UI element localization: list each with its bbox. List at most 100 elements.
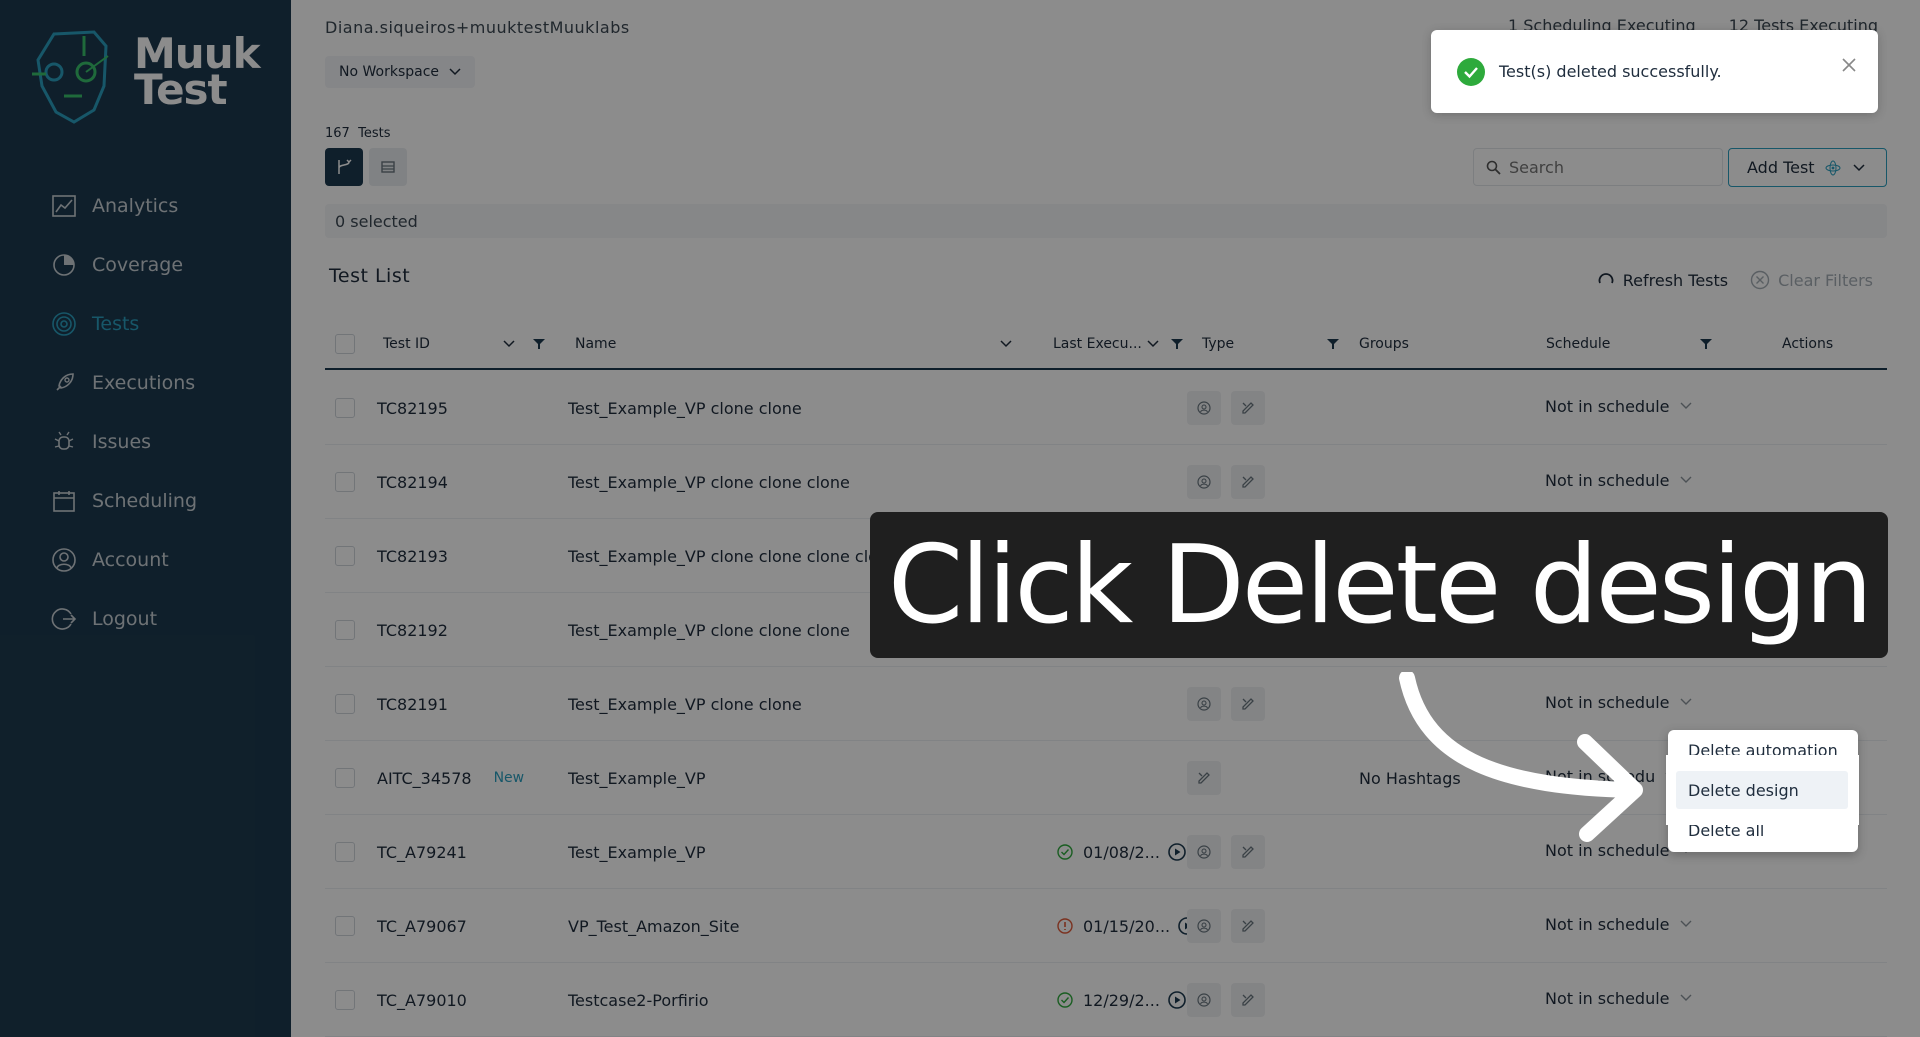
row-checkbox-cell[interactable] [335,593,355,667]
row-checkbox-cell[interactable] [335,371,355,445]
brand-logo[interactable]: Muuk Test [24,26,274,130]
flow-view-button[interactable] [325,148,363,186]
test-id-cell: TC82195 [377,371,448,445]
checkbox[interactable] [335,334,355,354]
row-checkbox[interactable] [335,546,355,566]
column-label: Schedule [1546,336,1611,352]
filter-test-id-icon[interactable] [533,320,545,368]
table-view-button[interactable] [369,148,407,186]
test-name-cell[interactable]: Test_Example_VP [568,815,706,889]
row-checkbox-cell[interactable] [335,963,355,1037]
selection-bar: 0 selected [325,204,1887,238]
sidebar-item-tests[interactable]: Tests [0,294,291,353]
new-badge: New [493,770,525,786]
row-checkbox-cell[interactable] [335,667,355,741]
refresh-icon [1598,273,1614,284]
callout-text: Click Delete design [887,522,1873,648]
test-name-cell[interactable]: Test_Example_VP clone clone clone [568,445,850,519]
add-test-button[interactable]: Add Test [1728,148,1887,187]
design-type-icon[interactable] [1231,687,1265,721]
design-type-icon[interactable] [1231,835,1265,869]
workspace-select[interactable]: No Workspace [325,56,476,88]
test-name-cell[interactable]: VP_Test_Amazon_Site [568,889,739,963]
test-name: Test_Example_VP clone clone [568,694,802,714]
table-row[interactable]: TC_A79010 Testcase2-Porfirio 12/29/2... Not… [325,963,1887,1037]
sort-name-icon[interactable] [1000,320,1012,368]
row-checkbox-cell[interactable] [335,445,355,519]
close-icon[interactable] [1842,58,1856,72]
design-type-icon[interactable] [1231,909,1265,943]
selection-count: 0 selected [335,211,418,231]
design-type-icon[interactable] [1231,391,1265,425]
table-row[interactable]: TC82194 Test_Example_VP clone clone clone… [325,445,1887,519]
sidebar-item-scheduling[interactable]: Scheduling [0,471,291,530]
test-name-cell[interactable]: Test_Example_VP clone clone [568,371,802,445]
refresh-tests-button[interactable]: Refresh Tests [1597,271,1728,290]
filter-last-exec-icon[interactable] [1171,320,1183,368]
row-checkbox-cell[interactable] [335,815,355,889]
sort-test-id-icon[interactable] [503,320,515,368]
test-name-cell[interactable]: Test_Example_VP clone clone clone clo [568,519,878,593]
menu-item-delete-design[interactable]: Delete design [1676,771,1848,809]
table-row[interactable]: TC_A79067 VP_Test_Amazon_Site 01/15/20... N… [325,889,1887,963]
row-checkbox[interactable] [335,620,355,640]
row-checkbox-cell[interactable] [335,519,355,593]
row-checkbox[interactable] [335,398,355,418]
search-input[interactable] [1509,157,1709,177]
column-type[interactable]: Type [1202,320,1234,368]
automation-type-icon[interactable] [1187,465,1221,499]
row-checkbox[interactable] [335,990,355,1010]
automation-type-icon[interactable] [1187,687,1221,721]
chevron-down-icon [1680,920,1691,927]
test-id-cell: AITC_34578 New [377,741,524,815]
schedule-select[interactable]: Not in schedule [1545,369,1692,443]
play-icon[interactable] [1168,843,1186,861]
table-row[interactable]: TC82195 Test_Example_VP clone clone Not in… [325,371,1887,445]
sidebar-item-account[interactable]: Account [0,530,291,589]
row-checkbox[interactable] [335,768,355,788]
schedule-select[interactable]: Not in schedule [1545,887,1692,961]
play-icon[interactable] [1168,991,1186,1009]
schedule-select[interactable]: Not in schedule [1545,961,1692,1035]
test-name: Test_Example_VP [568,842,706,862]
atom-icon [1825,160,1841,175]
test-name-cell[interactable]: Test_Example_VP clone clone clone [568,593,850,667]
sidebar-item-executions[interactable]: Executions [0,353,291,412]
sort-last-exec-icon[interactable] [1147,320,1159,368]
automation-type-icon[interactable] [1187,983,1221,1017]
automation-type-icon[interactable] [1187,909,1221,943]
test-name-cell[interactable]: Test_Example_VP [568,741,706,815]
filter-schedule-icon[interactable] [1700,320,1712,368]
sidebar-item-label: Issues [92,430,152,453]
clear-filters-button[interactable]: Clear Filters [1750,270,1873,290]
test-name-cell[interactable]: Test_Example_VP clone clone [568,667,802,741]
automation-type-icon[interactable] [1187,835,1221,869]
filter-type-icon[interactable] [1327,320,1339,368]
sidebar-item-issues[interactable]: Issues [0,412,291,471]
schedule-select[interactable]: Not in schedule [1545,443,1692,517]
column-test-id[interactable]: Test ID [383,320,430,368]
search-box[interactable] [1473,148,1723,186]
row-checkbox[interactable] [335,472,355,492]
row-checkbox-cell[interactable] [335,741,355,815]
sidebar-item-analytics[interactable]: Analytics [0,176,291,235]
row-checkbox-cell[interactable] [335,889,355,963]
design-type-icon[interactable] [1231,465,1265,499]
refresh-tests-label: Refresh Tests [1622,270,1729,290]
column-last-execution[interactable]: Last Execu... [1053,320,1142,368]
row-checkbox[interactable] [335,916,355,936]
row-checkbox[interactable] [335,694,355,714]
test-id: AITC_34578 [377,768,472,788]
column-groups[interactable]: Groups [1359,320,1409,368]
row-checkbox[interactable] [335,842,355,862]
column-name[interactable]: Name [575,320,616,368]
sidebar-item-coverage[interactable]: Coverage [0,235,291,294]
sidebar-item-logout[interactable]: Logout [0,589,291,648]
design-type-icon[interactable] [1187,761,1221,795]
design-type-icon[interactable] [1231,983,1265,1017]
view-toggle [325,148,413,186]
select-all-checkbox[interactable] [335,320,355,368]
column-schedule[interactable]: Schedule [1546,320,1610,368]
automation-type-icon[interactable] [1187,391,1221,425]
test-name-cell[interactable]: Testcase2-Porfirio [568,963,709,1037]
